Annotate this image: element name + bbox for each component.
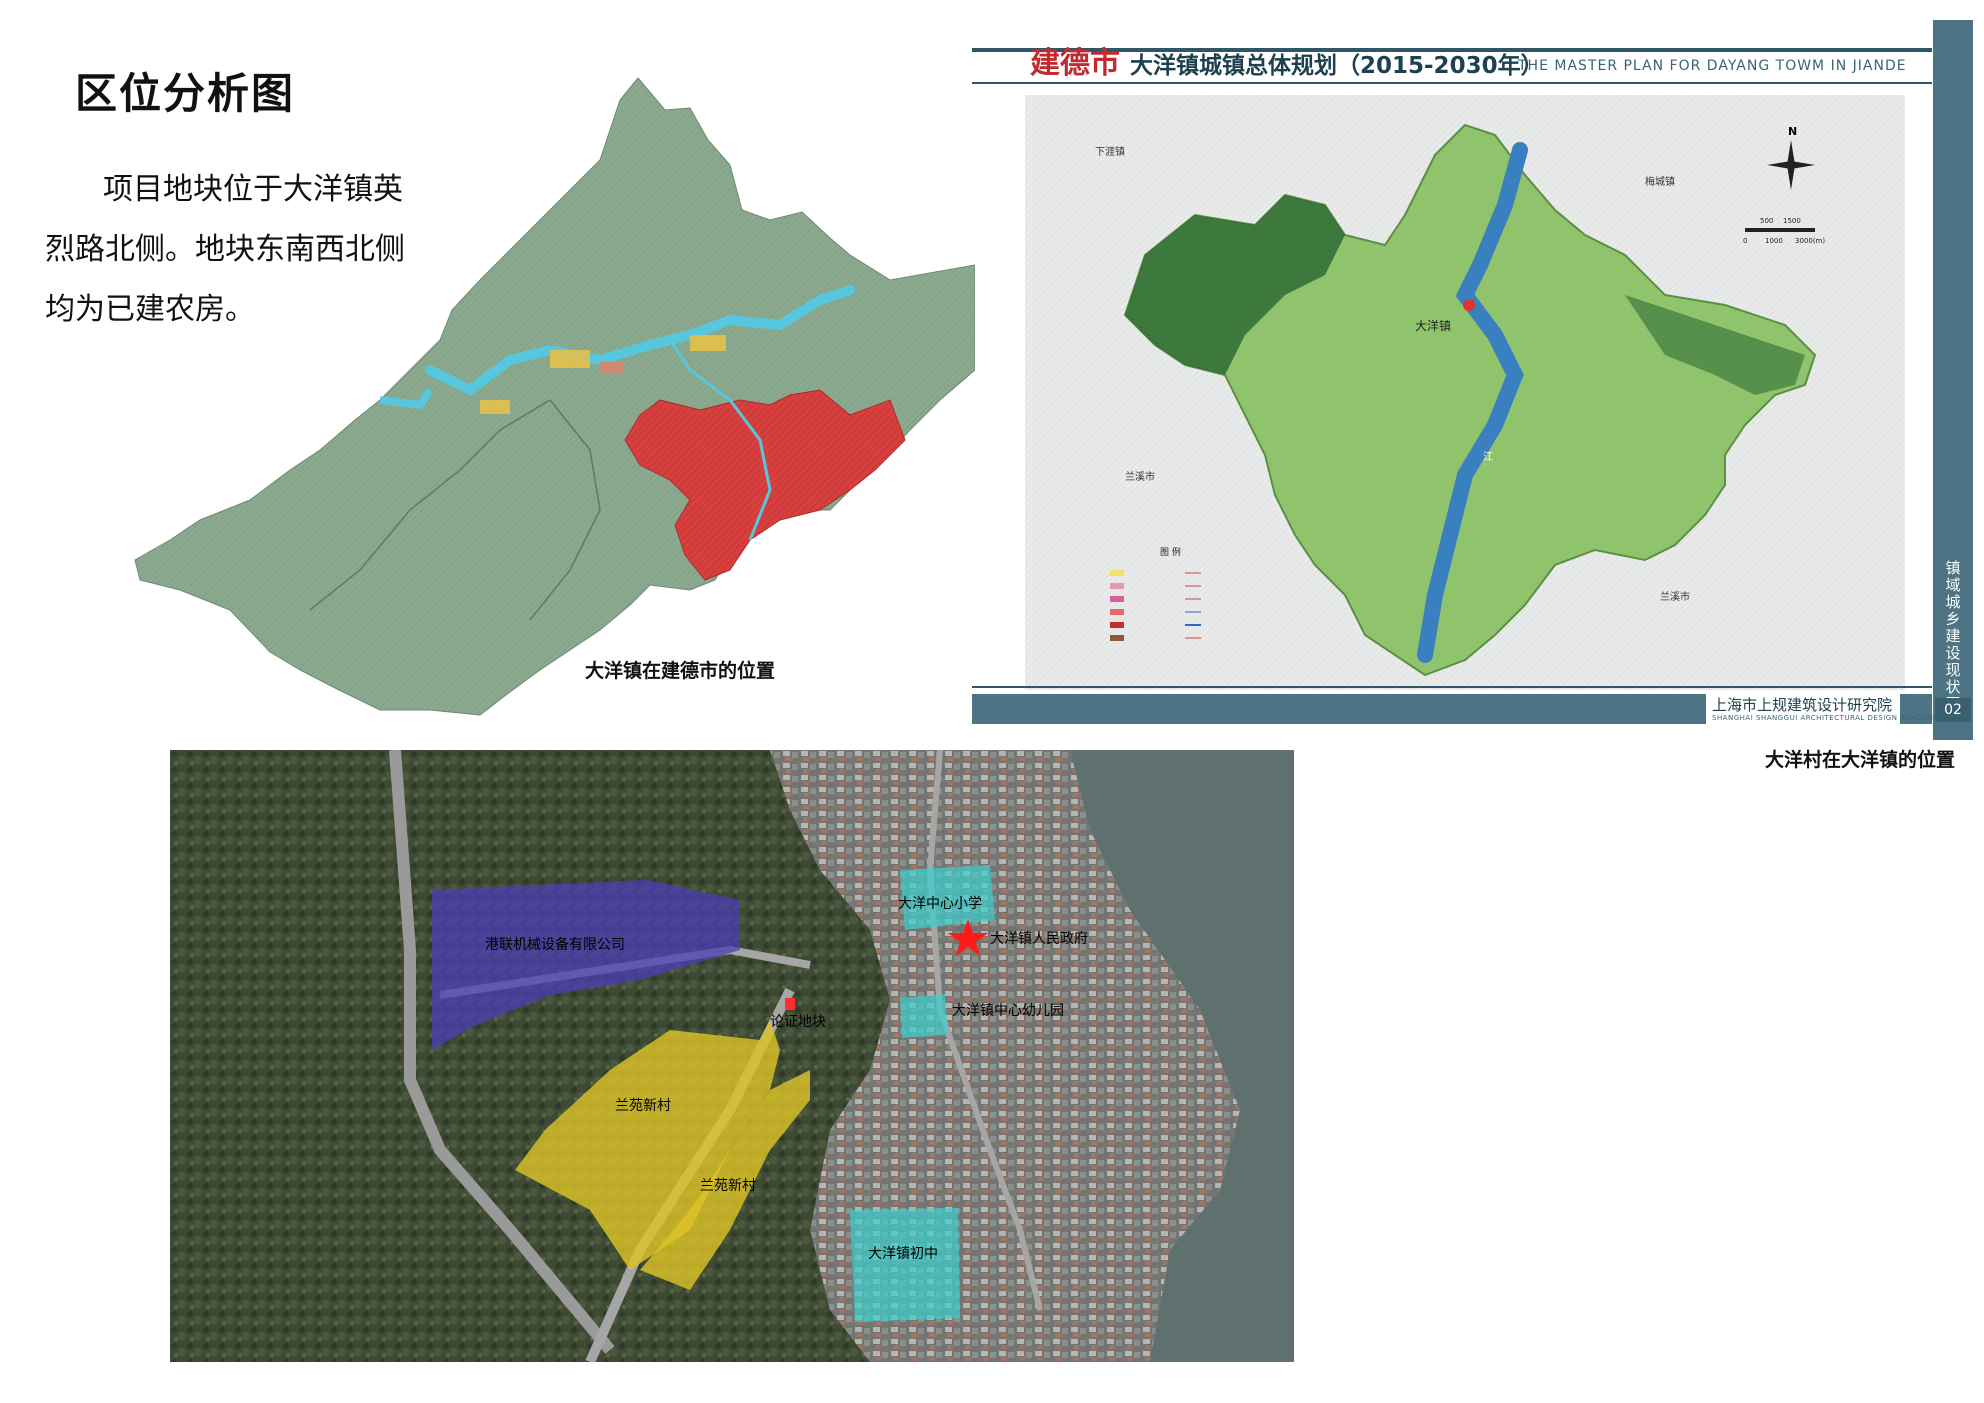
panel-bottom-rule xyxy=(972,686,1932,688)
panel-title-english: THE MASTER PLAN FOR DAYANG TOWM IN JIAND… xyxy=(1518,58,1907,74)
label-kindergarten: 大洋镇中心幼儿园 xyxy=(952,1003,1064,1019)
map2-caption: 大洋村在大洋镇的位置 xyxy=(1765,749,1956,771)
label-company: 港联机械设备有限公司 xyxy=(485,936,625,953)
svg-text:500: 500 xyxy=(1760,217,1773,225)
panel-org-name: 上海市上规建筑设计研究院 xyxy=(1712,696,1893,714)
svg-text:0: 0 xyxy=(1743,237,1747,245)
kindergarten-zone xyxy=(900,994,948,1038)
svg-text:图 例: 图 例 xyxy=(1160,546,1181,558)
svg-text:N: N xyxy=(1788,125,1797,138)
panel-title: 大洋镇城镇总体规划（2015-2030年） xyxy=(1130,53,1544,79)
dayang-town-label: 大洋镇 xyxy=(1415,318,1451,333)
river-label: 江 xyxy=(1483,451,1493,463)
panel-org-name-english: SHANGHAI SHANGGUI ARCHITECTURAL DESIGN A… xyxy=(1712,714,1939,722)
label-village-b: 兰苑新村 xyxy=(700,1178,756,1194)
place-label-meicheng: 梅城镇 xyxy=(1645,175,1675,188)
place-label-lanxi-east: 兰溪市 xyxy=(1660,590,1690,603)
svg-text:3000(m): 3000(m) xyxy=(1795,237,1825,245)
panel-page-number: 02 xyxy=(1935,698,1971,722)
satellite-site-map: 港联机械设备有限公司 大洋中心小学 大洋镇人民政府 论证地块 大洋镇中心幼儿园 … xyxy=(170,750,1294,1362)
jiande-city-map xyxy=(134,77,975,716)
svg-text:1500: 1500 xyxy=(1783,217,1801,225)
panel-top-rule xyxy=(972,82,1932,84)
dayang-town-marker xyxy=(1463,299,1475,311)
place-label-xiaya: 下涯镇 xyxy=(1095,145,1125,158)
map1-caption: 大洋镇在建德市的位置 xyxy=(585,660,776,682)
master-plan-map: 大洋镇 下涯镇 梅城镇 兰溪市 兰溪市 江 N 0 500 1000 1500 … xyxy=(1025,95,1905,690)
label-village-a: 兰苑新村 xyxy=(615,1098,671,1114)
label-school: 大洋中心小学 xyxy=(898,896,982,912)
urban-area xyxy=(600,362,624,374)
label-site: 论证地块 xyxy=(770,1014,826,1030)
label-government: 大洋镇人民政府 xyxy=(990,931,1088,947)
panel-title-brand: 建德市 xyxy=(1030,46,1120,81)
label-middle-school: 大洋镇初中 xyxy=(868,1245,938,1262)
urban-area xyxy=(480,400,510,414)
place-label-lanxi-west: 兰溪市 xyxy=(1125,470,1155,483)
panel-side-label: 镇域城乡建设现状图 xyxy=(1945,559,1961,713)
site-marker xyxy=(785,998,795,1010)
svg-text:1000: 1000 xyxy=(1765,237,1783,245)
middle-school-zone xyxy=(850,1208,960,1322)
urban-area xyxy=(690,335,726,351)
urban-area xyxy=(550,350,590,368)
